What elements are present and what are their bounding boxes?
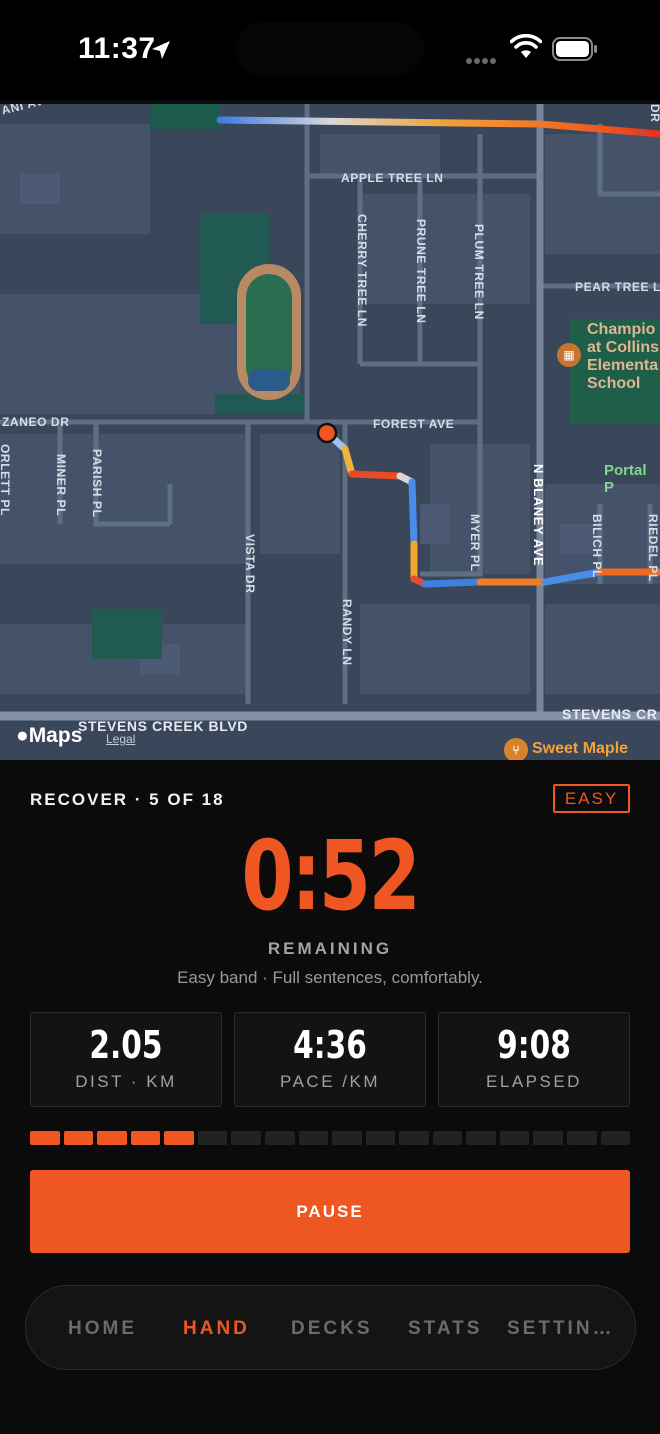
street-label: PRUNE TREE LN <box>414 219 428 324</box>
street-label: BILICH PL <box>590 514 604 579</box>
stat-label: ELAPSED <box>486 1072 582 1091</box>
tab-hand[interactable]: HAND <box>183 1286 250 1371</box>
progress-segment <box>567 1131 597 1145</box>
tab-home[interactable]: HOME <box>68 1286 137 1371</box>
interval-phase: RECOVER · 5 OF 18 <box>30 790 225 809</box>
progress-segment <box>600 1131 631 1145</box>
street-label: CHERRY TREE LN <box>355 214 369 328</box>
poi-park[interactable]: Portal P <box>604 462 660 496</box>
street-label: FOREST AVE <box>373 417 455 431</box>
status-time: 11:37 <box>78 32 156 65</box>
stat-elapsed: 9:08 ELAPSED <box>438 1012 630 1107</box>
progress-segment <box>97 1131 127 1145</box>
street-label: STEVENS CR <box>562 706 658 722</box>
stat-distance: 2.05 DIST · KM <box>30 1012 222 1107</box>
progress-segment <box>264 1131 295 1145</box>
poi-school-line: Champio <box>587 321 656 338</box>
battery-icon <box>552 37 597 61</box>
progress-segment <box>63 1131 94 1145</box>
progress-segment <box>197 1131 228 1145</box>
tab-stats[interactable]: STATS <box>408 1286 482 1371</box>
wifi-icon <box>510 34 542 58</box>
poi-school-line: School <box>587 375 641 392</box>
poi-school-line: Elementa <box>587 357 659 374</box>
route-map[interactable]: ANI AVE DR APPLE TREE LN PEAR TREE L CHE… <box>0 104 660 760</box>
street-label: MINER PL <box>54 454 68 517</box>
progress-segment <box>499 1131 530 1145</box>
stat-label: PACE /KM <box>280 1072 380 1091</box>
map-canvas <box>0 104 660 721</box>
stat-pace: 4:36 PACE /KM <box>234 1012 426 1107</box>
poi-school-line: at Collins <box>587 339 660 356</box>
progress-segment <box>432 1131 463 1145</box>
street-label: N BLANEY AVE <box>531 464 546 567</box>
progress-segment <box>365 1131 396 1145</box>
progress-segment <box>533 1131 563 1145</box>
location-arrow-icon <box>152 41 170 59</box>
school-icon[interactable]: ▦ <box>557 343 581 367</box>
dynamic-island <box>236 22 424 76</box>
street-label: APPLE TREE LN <box>341 171 444 185</box>
progress-segment <box>466 1131 496 1145</box>
pause-button[interactable]: PAUSE <box>30 1170 630 1253</box>
poi-restaurant[interactable]: Sweet Maple <box>532 740 628 758</box>
remaining-timer: 0:52 <box>241 820 421 932</box>
street-label: RIEDEL PL <box>646 514 660 582</box>
progress-segment <box>231 1131 261 1145</box>
stat-value: 2.05 <box>89 1023 163 1067</box>
maps-attribution: Maps <box>28 724 83 747</box>
progress-segment <box>332 1131 362 1145</box>
street-label: RANDY LN <box>340 599 354 666</box>
progress-segment <box>399 1131 429 1145</box>
apple-icon: ● <box>16 724 29 747</box>
stat-value: 4:36 <box>293 1023 367 1067</box>
effort-hint: Easy band · Full sentences, comfortably. <box>177 968 483 987</box>
poi-school[interactable]: Champio at Collins Elementa School <box>587 321 659 393</box>
cellular-signal-icon <box>466 51 498 69</box>
street-label: PEAR TREE L <box>575 280 660 294</box>
tab-bar: HOME HAND DECKS STATS SETTIN… <box>25 1285 636 1370</box>
remaining-label: REMAINING <box>267 939 393 958</box>
apple-maps-logo: ●Maps <box>16 724 82 748</box>
street-label: VISTA DR <box>243 534 257 594</box>
tab-decks[interactable]: DECKS <box>291 1286 373 1371</box>
progress-segment <box>164 1131 194 1145</box>
street-label: PARISH PL <box>90 449 104 518</box>
progress-segment <box>30 1131 60 1145</box>
stat-value: 9:08 <box>497 1023 571 1067</box>
street-label: PLUM TREE LN <box>472 224 486 320</box>
street-label: ZANEO DR <box>2 415 70 429</box>
status-bar: 11:37 <box>0 0 660 100</box>
street-label: MYER PL <box>468 514 482 572</box>
interval-progress <box>30 1131 631 1145</box>
progress-segment <box>130 1131 161 1145</box>
street-label: DR <box>648 104 660 123</box>
intensity-badge: EASY <box>553 784 630 813</box>
tab-settings[interactable]: SETTIN… <box>507 1286 615 1371</box>
street-label: STEVENS CREEK BLVD <box>78 718 249 734</box>
stat-label: DIST · KM <box>75 1072 177 1091</box>
street-label: ORLETT PL <box>0 444 12 517</box>
restaurant-icon[interactable]: ⑂ <box>504 738 528 760</box>
legal-link[interactable]: Legal <box>106 732 135 746</box>
progress-segment <box>298 1131 329 1145</box>
